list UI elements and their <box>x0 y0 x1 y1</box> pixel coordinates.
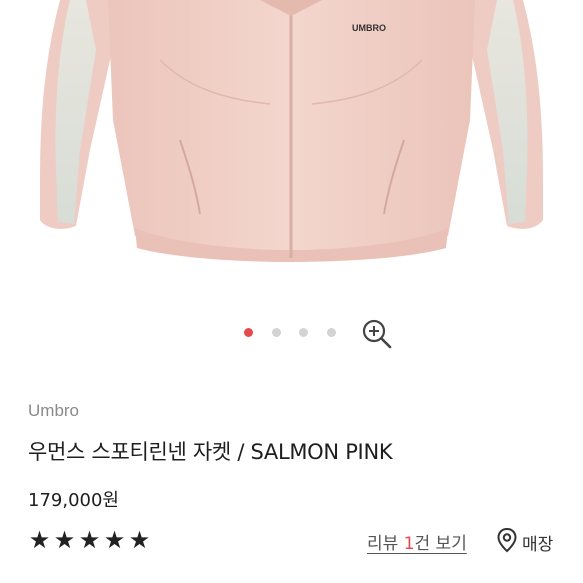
review-link[interactable]: 리뷰 1건 보기 <box>367 529 467 554</box>
review-count: 1 <box>403 534 415 554</box>
star-icon: ★ <box>28 526 51 554</box>
location-pin-icon <box>496 527 518 557</box>
star-icon: ★ <box>78 526 101 554</box>
brand-name[interactable]: Umbro <box>28 401 79 421</box>
rating-stars: ★ ★ ★ ★ ★ <box>27 527 152 559</box>
product-price: 179,000원 <box>28 490 119 511</box>
umbro-logo: UMBRO <box>352 23 386 33</box>
product-image[interactable]: UMBRO <box>0 0 583 300</box>
carousel-dot-3[interactable] <box>299 328 308 337</box>
carousel-dot-4[interactable] <box>327 328 336 337</box>
carousel-dot-1[interactable] <box>244 328 253 337</box>
review-prefix: 리뷰 <box>367 534 404 554</box>
star-icon: ★ <box>103 526 126 554</box>
star-icon: ★ <box>53 526 76 554</box>
jacket-image: UMBRO <box>40 0 543 262</box>
carousel-dot-2[interactable] <box>272 328 281 337</box>
zoom-in-icon[interactable] <box>361 318 393 350</box>
review-suffix: 건 보기 <box>414 534 467 554</box>
star-icon: ★ <box>128 526 151 554</box>
store-button[interactable]: 매장 <box>496 527 553 557</box>
store-label: 매장 <box>522 534 554 555</box>
image-carousel-indicator <box>0 318 583 350</box>
product-title: 우먼스 스포티린넨 자켓 / SALMON PINK <box>28 440 393 464</box>
